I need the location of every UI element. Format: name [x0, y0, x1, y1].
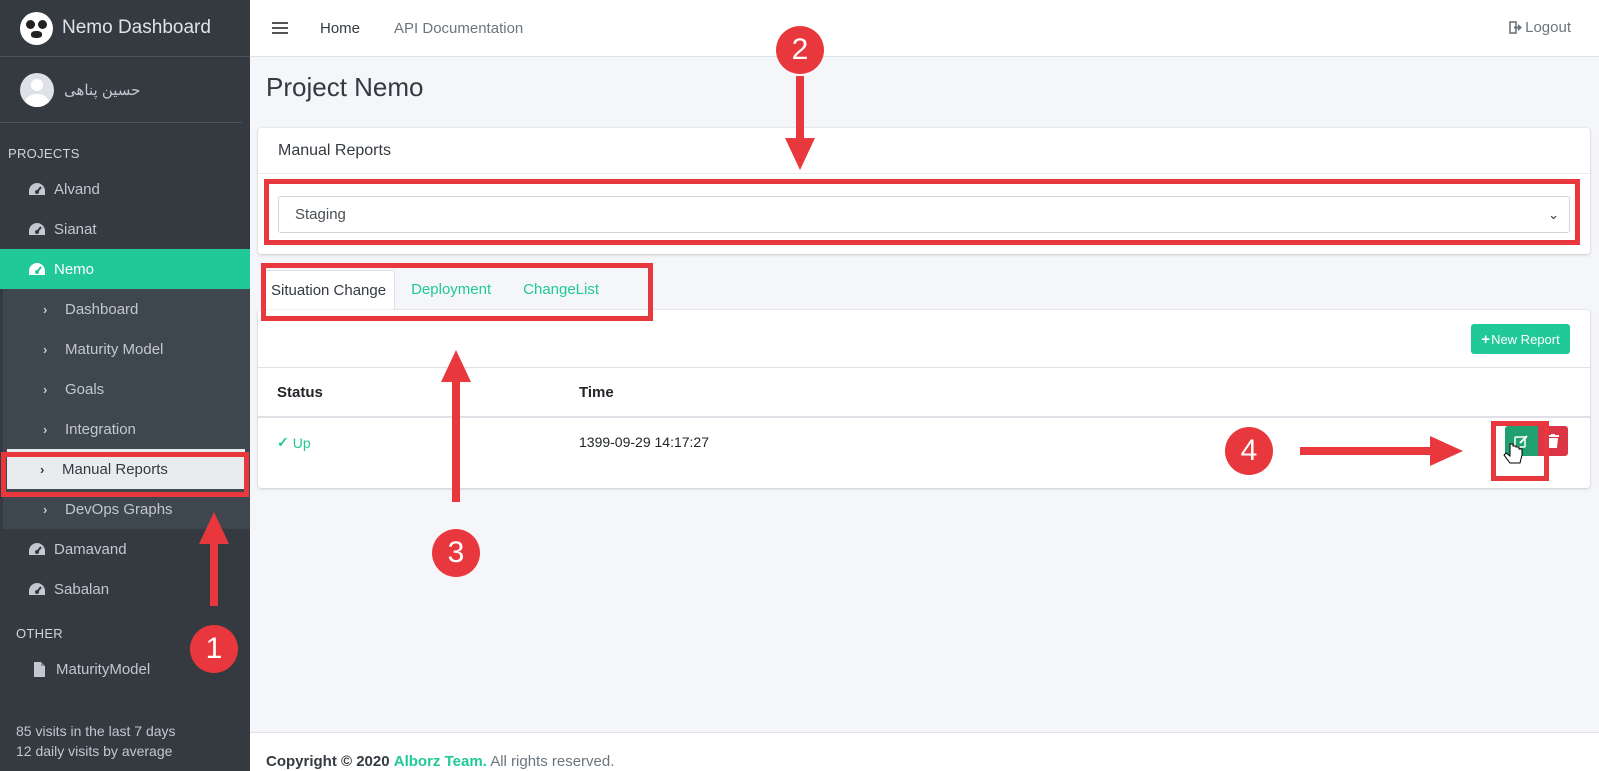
sidebar-item-label: DevOps Graphs [65, 500, 173, 518]
chevron-right-icon: › [43, 501, 48, 517]
sidebar-item-maturity-model[interactable]: › Maturity Model [3, 329, 250, 369]
page-title: Project Nemo [266, 72, 424, 102]
sidebar-item-goals[interactable]: › Goals [3, 369, 250, 409]
annotation-box-3 [261, 263, 653, 321]
tachometer-icon [29, 262, 45, 275]
user-name: حسین پناهی [64, 81, 141, 99]
annotation-box-2 [264, 179, 1580, 245]
column-header-status: Status [277, 384, 323, 401]
chevron-right-icon: › [43, 421, 48, 437]
sidebar-item-label: MaturityModel [56, 660, 151, 678]
reports-table-card: + New Report Status Time ✓ Up 1399-09-29… [258, 310, 1590, 488]
sidebar-item-integration[interactable]: › Integration [3, 409, 250, 449]
nav-home-link[interactable]: Home [320, 20, 360, 37]
sidebar-item-label: Dashboard [65, 300, 139, 318]
sidebar-item-label: Alvand [54, 180, 100, 198]
sidebar-item-nemo[interactable]: Nemo [0, 249, 250, 289]
sidebar-item-label: Sabalan [54, 580, 110, 598]
visits-weekly: 85 visits in the last 7 days [16, 723, 176, 739]
brand-link[interactable]: Nemo Dashboard [0, 0, 250, 57]
status-value: Up [292, 434, 311, 451]
chevron-right-icon: › [43, 341, 48, 357]
nav-api-docs-link[interactable]: API Documentation [394, 20, 523, 37]
annotation-number-4: 4 [1225, 427, 1273, 475]
tachometer-icon [29, 582, 45, 595]
annotation-number-1: 1 [190, 625, 238, 673]
card-header: Manual Reports [258, 128, 1590, 174]
footer-copyright: Copyright © 2020 [266, 753, 390, 770]
sidebar-item-dashboard[interactable]: › Dashboard [3, 289, 250, 329]
table-row: ✓ Up 1399-09-29 14:17:27 [258, 418, 1590, 478]
sidebar-item-damavand[interactable]: Damavand [0, 529, 250, 569]
projects-header: PROJECTS [8, 146, 80, 161]
new-report-label: New Report [1491, 331, 1560, 347]
user-panel[interactable]: حسین پناهی [0, 57, 242, 123]
check-icon: ✓ [277, 434, 289, 450]
logout-link[interactable]: Logout [1509, 19, 1571, 36]
new-report-button[interactable]: + New Report [1471, 324, 1570, 354]
sidebar-item-sabalan[interactable]: Sabalan [0, 569, 250, 609]
logout-label: Logout [1525, 19, 1571, 36]
brand-title: Nemo Dashboard [62, 17, 211, 38]
sidebar-item-label: Damavand [54, 540, 127, 558]
table-header: Status Time [258, 367, 1590, 418]
sidebar-item-sianat[interactable]: Sianat [0, 209, 250, 249]
panda-logo-icon [20, 11, 53, 45]
sidebar-item-label: Nemo [54, 260, 95, 278]
sidebar-item-label: Integration [65, 420, 136, 438]
tachometer-icon [29, 542, 45, 555]
top-navbar: Home API Documentation Logout [250, 0, 1599, 57]
column-header-time: Time [579, 384, 614, 401]
footer-team-link[interactable]: Alborz Team. [394, 753, 487, 770]
time-cell: 1399-09-29 14:17:27 [579, 434, 709, 450]
menu-toggle-icon[interactable] [272, 19, 288, 37]
visits-stats: 85 visits in the last 7 days 12 daily vi… [16, 721, 176, 761]
chevron-right-icon: › [43, 301, 48, 317]
tachometer-icon [29, 182, 45, 195]
sidebar-item-label: Sianat [54, 220, 97, 238]
annotation-number-3: 3 [432, 529, 480, 577]
visits-daily: 12 daily visits by average [16, 743, 173, 759]
sidebar-item-alvand[interactable]: Alvand [0, 169, 250, 209]
annotation-number-2: 2 [776, 26, 824, 74]
chevron-right-icon: › [43, 381, 48, 397]
avatar [20, 72, 54, 107]
sign-out-icon [1509, 21, 1523, 34]
plus-icon: + [1481, 330, 1491, 348]
file-icon [34, 661, 45, 677]
status-cell: ✓ Up [277, 434, 311, 451]
footer-rights: All rights reserved. [490, 753, 615, 770]
sidebar-item-label: Maturity Model [65, 340, 164, 358]
annotation-box-4 [1491, 421, 1549, 481]
tachometer-icon [29, 222, 45, 235]
sidebar-item-label: Goals [65, 380, 105, 398]
footer: Copyright © 2020 Alborz Team. All rights… [250, 732, 1599, 771]
annotation-box-1 [1, 452, 249, 497]
